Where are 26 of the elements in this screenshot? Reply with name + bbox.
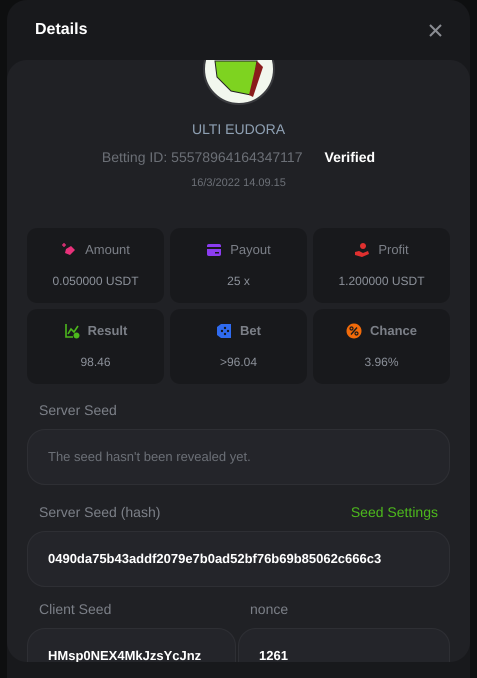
stat-label: Bet [240,322,261,340]
stat-label: Payout [230,240,271,259]
stat-value: >96.04 [220,354,258,372]
stat-value: 1.200000 USDT [338,273,425,290]
field-label: Client Seed [39,600,112,618]
betting-id: Betting ID: 55578964164347117 [102,148,302,167]
field-label: nonce [250,600,290,618]
close-icon[interactable] [429,24,442,36]
bet-date: 16/3/2022 14.09.15 [191,176,286,191]
player-name: ULTI EUDORA [192,120,286,139]
stat-value: 25 x [227,273,250,290]
dialog-title: Details [35,20,88,40]
stat-label: Amount [85,240,130,259]
stat-value: 98.46 [80,354,111,372]
stat-label: Profit [378,240,409,259]
stat-label: Chance [370,322,417,340]
verified-label: Verified [324,148,376,167]
stat-label: Result [88,322,128,340]
server-seed-field[interactable]: The seed hasn't been revealed yet. [27,428,450,484]
nonce-field[interactable]: 1261 [238,628,450,662]
stat-value: 0.050000 USDT [52,273,139,290]
field-label: Server Seed (hash) [39,502,160,522]
stat-value: 3.96% [364,354,399,372]
field-label: Server Seed [39,400,118,420]
hash-field[interactable]: 0490da75b43addf2079e7b0ad52bf76b69b85062c666c3 [27,530,450,586]
seed-settings-link[interactable]: Seed Settings [350,502,438,522]
